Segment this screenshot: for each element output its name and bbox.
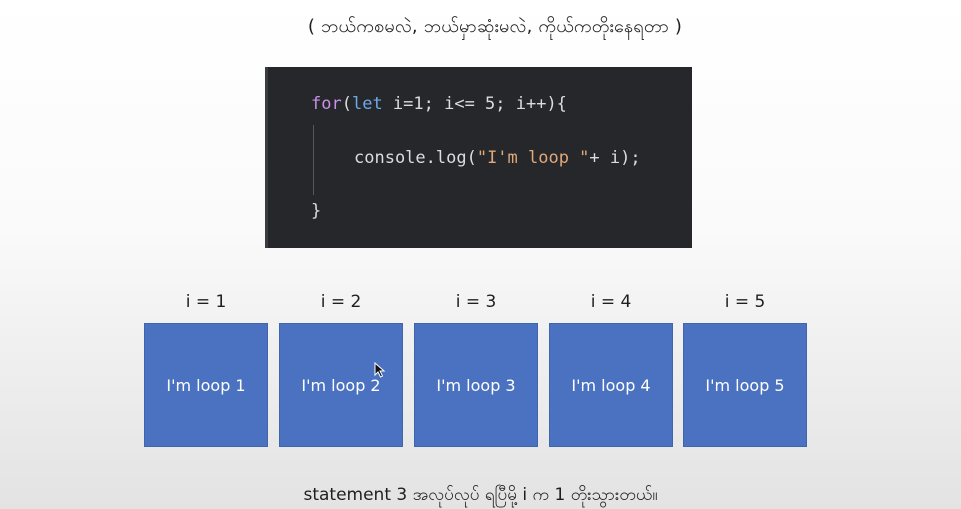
loop-output-box-5: I'm loop 5 [683,323,807,447]
mouse-pointer-icon [374,362,386,378]
loop-output-box-3: I'm loop 3 [414,323,538,447]
loop-header: i=1; i<= 5; i++){ [382,94,567,114]
string-literal: "I'm loop " [476,148,590,168]
slide-footer-caption: statement 3 အလုပ်လုပ် ရပြီမို့ i က 1 တို… [303,485,658,505]
indent-guide [313,125,314,195]
keyword-for: for [311,94,342,114]
code-paren: ( [341,94,352,114]
iteration-label-4: i = 4 [590,292,632,312]
loop-output-box-4: I'm loop 4 [549,323,673,447]
code-line-for: for(let i=1; i<= 5; i++){ [311,94,567,114]
loop-output-text: I'm loop 1 [166,375,246,395]
iteration-label-2: i = 2 [320,292,362,312]
slide-heading: ( ဘယ်ကစမလဲ, ဘယ်မှာဆုံးမလဲ, ကိုယ်ကတိုးနေရ… [307,16,683,37]
loop-output-box-1: I'm loop 1 [144,323,268,447]
loop-output-box-2: I'm loop 2 [279,323,403,447]
loop-output-text: I'm loop 5 [705,375,785,395]
loop-output-text: I'm loop 3 [436,375,516,395]
keyword-let: let [351,94,383,114]
iteration-label-5: i = 5 [724,292,766,312]
loop-output-text: I'm loop 2 [301,375,381,395]
iteration-label-1: i = 1 [185,292,227,312]
code-line-close-brace: } [311,201,322,221]
iteration-label-3: i = 3 [455,292,497,312]
code-snippet-panel: for(let i=1; i<= 5; i++){ console.log("I… [265,67,692,248]
concat-expression: + i); [589,148,641,168]
loop-output-text: I'm loop 4 [571,375,651,395]
console-call: console.log( [354,148,477,168]
code-line-console: console.log("I'm loop "+ i); [354,148,641,168]
